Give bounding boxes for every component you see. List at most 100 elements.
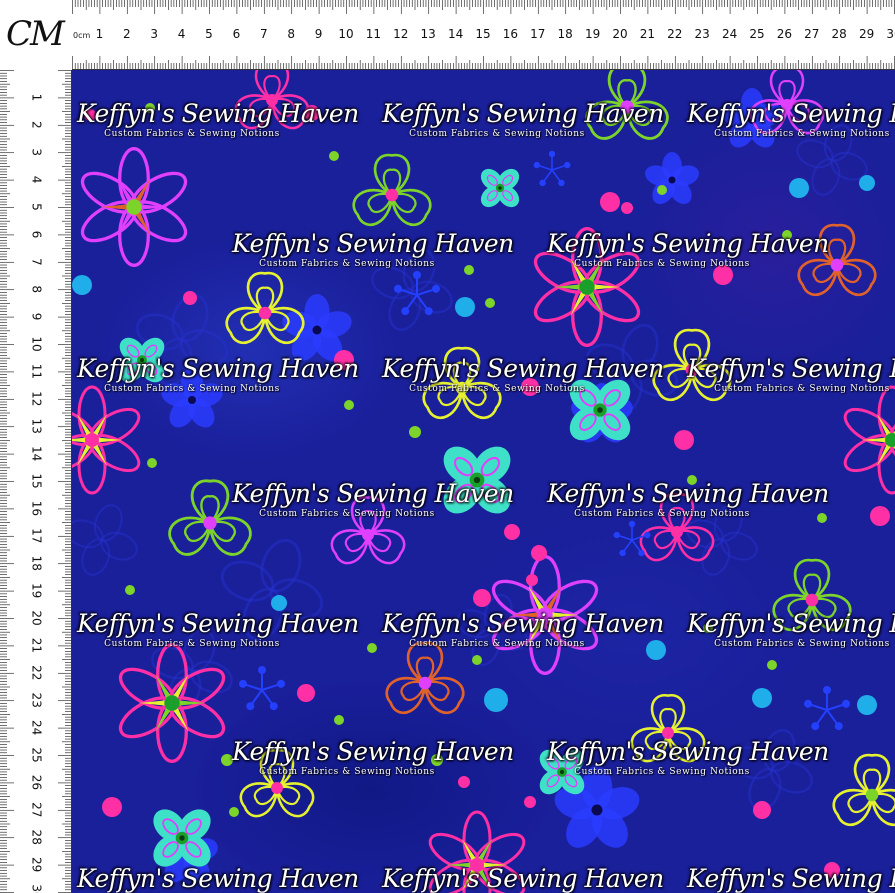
ray-flower [843, 385, 895, 495]
polka-dot [524, 796, 536, 808]
watermark-subtitle: Custom Fabrics & Sewing Notions [574, 509, 750, 519]
polka-dot [297, 684, 315, 702]
polka-dot [752, 688, 772, 708]
polka-dot [464, 265, 474, 275]
watermark-title: Keffyn's Sewing Haven [232, 229, 514, 258]
watermark: Keffyn's Sewing HavenCustom Fabrics & Se… [232, 480, 514, 520]
watermark-subtitle: Custom Fabrics & Sewing Notions [104, 129, 280, 139]
polka-dot [102, 797, 122, 817]
polka-dot [484, 688, 508, 712]
polka-dot [870, 506, 890, 526]
ruler-left-number: 18 [30, 556, 44, 571]
ruler-left-number: 7 [30, 258, 44, 266]
polka-dot [472, 655, 482, 665]
ruler-left-number: 29 [30, 857, 44, 872]
watermark-subtitle: Custom Fabrics & Sewing Notions [259, 767, 435, 777]
loop-flower [832, 753, 895, 827]
ruler-left-number: 14 [30, 446, 44, 461]
ruler-left-number: 2 [30, 121, 44, 129]
ruler-top-number: 6 [233, 27, 241, 41]
polka-dot [344, 400, 354, 410]
loop-flower [385, 641, 465, 715]
ruler-left: 1 2 3 4 5 6 7 8 9 10 11 12 13 14 15 16 17 18 19 20 21 22 23 24 2… [0, 70, 72, 893]
watermark: Keffyn's Sewing HavenCustom Fabrics & Se… [382, 354, 664, 395]
polka-dot [526, 574, 538, 586]
watermark: Keffyn's Sewing HavenCustom Fabrics & Se… [687, 610, 895, 650]
polka-dot [367, 643, 377, 653]
ruler-left-number: 8 [30, 285, 44, 293]
ruler-top-number: 14 [448, 27, 463, 41]
ruler-zero-unit: 0cm [73, 31, 90, 40]
watermark-subtitle: Custom Fabrics & Sewing Notions [714, 129, 890, 139]
watermark-subtitle: Custom Fabrics & Sewing Notions [409, 129, 585, 139]
ruler-left-number: 1 [29, 94, 43, 102]
ruler-top-number: 15 [475, 27, 490, 41]
watermark-subtitle: Custom Fabrics & Sewing Notions [574, 767, 750, 777]
ruler-left-number: 25 [30, 747, 44, 762]
ruler-top-number: 20 [612, 27, 627, 41]
ruler-top-number: 30 [886, 27, 895, 41]
watermark-title: Keffyn's Sewing Haven [547, 229, 829, 258]
watermark: Keffyn's Sewing HavenCustom Fabrics & Se… [687, 100, 895, 140]
watermark-title: Keffyn's Sewing Haven [687, 609, 895, 638]
ruler-top-number: 9 [315, 27, 323, 41]
polka-dot [329, 151, 339, 161]
polka-dot [229, 807, 239, 817]
ruler-left-number: 10 [30, 336, 44, 351]
ruler-left-number: 13 [30, 419, 44, 434]
ruler-left-number: 11 [30, 364, 44, 379]
polka-dot [504, 524, 520, 540]
watermark-title: Keffyn's Sewing Haven [77, 354, 359, 383]
watermark-subtitle: Custom Fabrics & Sewing Notions [259, 509, 435, 519]
ruler-top-number: 3 [150, 27, 158, 41]
ruler-top-number: 22 [667, 27, 682, 41]
ruler-left-number: 19 [30, 583, 44, 598]
ruler-left-number: 3 [30, 148, 44, 156]
polka-dot [817, 513, 827, 523]
ruler-left-number: 17 [30, 528, 44, 543]
ruler-left-number: 21 [30, 638, 44, 653]
watermark: Keffyn's Sewing HavenCustom Fabrics & Se… [232, 229, 514, 270]
ruler-top-number: 29 [859, 27, 874, 41]
polka-dot [455, 297, 475, 317]
ruler-top-number: 27 [804, 27, 819, 41]
blue-flower [645, 152, 699, 205]
ruler-top-number: 26 [777, 27, 792, 41]
ruler-top-number: 10 [338, 27, 353, 41]
watermark-title: Keffyn's Sewing Haven [382, 354, 664, 383]
polka-dot [859, 175, 875, 191]
ruler-left-scale: 1234567891011121314151617181920212223242… [0, 70, 72, 893]
ruler-top: 0cm 1 2 3 4 5 6 7 8 9 10 11 12 13 14 15 16 17 18 19 20 21 22 23… [72, 0, 895, 70]
loop-flower [352, 153, 432, 227]
watermark-subtitle: Custom Fabrics & Sewing Notions [104, 639, 280, 649]
shadow-flower [72, 504, 138, 576]
watermark: Keffyn's Sewing HavenCustom Fabrics & Se… [382, 864, 664, 893]
stick-flower [533, 150, 571, 187]
fabric-pattern: Keffyn's Sewing Haven Custom Fabrics & Se… [72, 70, 895, 893]
loop-flower [225, 271, 305, 345]
ruler-left-number: 16 [30, 501, 44, 516]
ruler-corner: CM [0, 0, 72, 70]
ruler-top-number: 7 [260, 27, 268, 41]
watermark-subtitle: Custom Fabrics & Sewing Notions [409, 639, 585, 649]
watermark-subtitle: Custom Fabrics & Sewing Notions [714, 384, 890, 394]
polka-dot [334, 715, 344, 725]
ruler-left-number: 12 [30, 391, 44, 406]
ruler-left-number: 24 [30, 720, 44, 735]
ruler-left-number: 15 [30, 473, 44, 488]
polka-dot [753, 801, 771, 819]
watermark: Keffyn's Sewing HavenCustom Fabrics & Se… [382, 610, 664, 650]
watermark-title: Keffyn's Sewing Haven [547, 737, 829, 766]
unit-label: CM [6, 14, 65, 54]
watermark-title: Keffyn's Sewing Haven [382, 864, 664, 893]
ruler-top-number: 8 [287, 27, 295, 41]
polka-dot [147, 458, 157, 468]
ruler-top-number: 17 [530, 27, 545, 41]
watermark: Keffyn's Sewing HavenCustom Fabrics & Se… [232, 738, 514, 778]
ruler-top-number: 13 [421, 27, 436, 41]
watermark-subtitle: Custom Fabrics & Sewing Notions [574, 259, 750, 269]
ruler-top-number: 1 [96, 27, 104, 41]
ruler-top-number: 16 [503, 27, 518, 41]
ruler-left-number: 23 [30, 693, 44, 708]
ruler-top-number: 18 [558, 27, 573, 41]
